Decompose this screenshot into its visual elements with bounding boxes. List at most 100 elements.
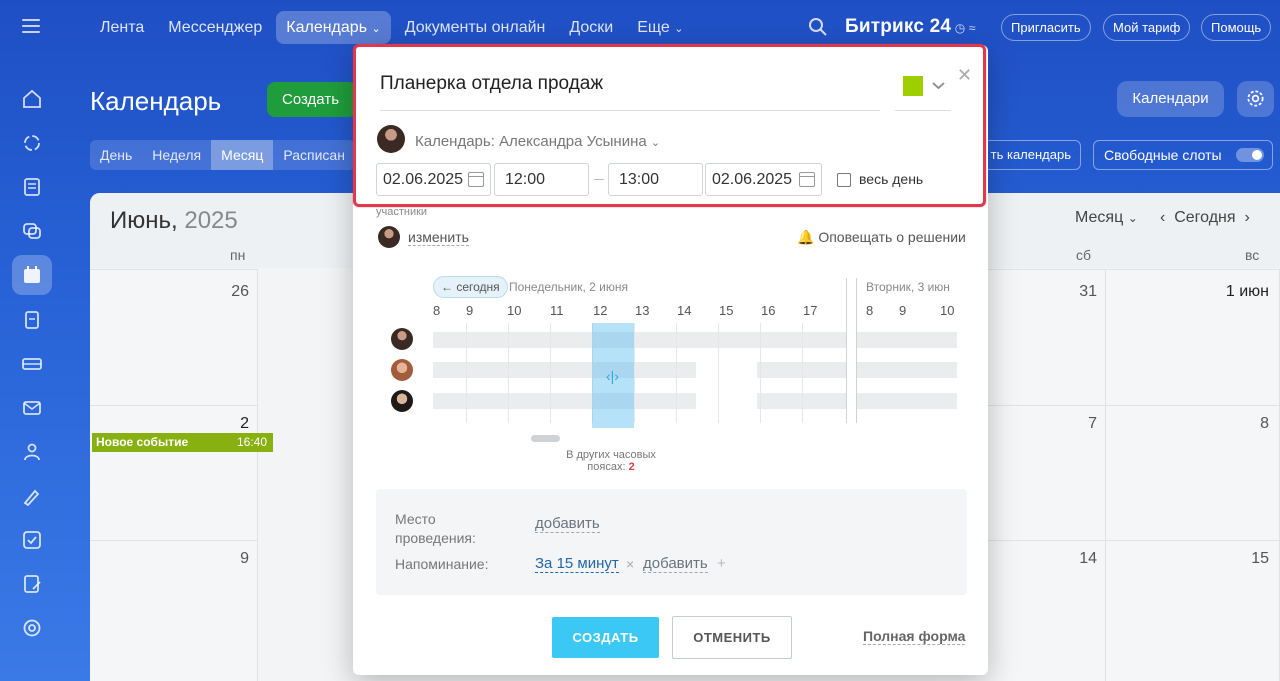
drive-icon[interactable] xyxy=(21,353,43,375)
news-icon[interactable] xyxy=(21,176,43,198)
create-event-button[interactable]: СОЗДАТЬ xyxy=(552,617,659,658)
document-icon[interactable] xyxy=(21,309,43,331)
day-number: 7 xyxy=(1088,415,1097,432)
allday-checkbox[interactable] xyxy=(837,173,851,187)
day-cell[interactable]: 1 июн xyxy=(1106,269,1280,405)
next-arrow-icon[interactable]: › xyxy=(1244,209,1249,226)
avatar xyxy=(391,328,413,350)
nav-calendar-label: Календарь xyxy=(286,19,368,36)
invite-button[interactable]: Пригласить xyxy=(1001,14,1091,41)
remove-reminder-icon[interactable]: × xyxy=(626,555,634,574)
tab-day[interactable]: День xyxy=(90,140,142,170)
change-participants-link[interactable]: изменить xyxy=(408,229,469,246)
calendar-icon[interactable] xyxy=(799,172,815,187)
time-to-value: 13:00 xyxy=(619,171,660,188)
menu-icon[interactable] xyxy=(22,19,40,33)
sync-calendar-button[interactable]: ть календарь xyxy=(975,140,1081,170)
close-icon[interactable]: ✕ xyxy=(957,65,972,86)
brand-logo[interactable]: Битрикс 24 ◷ ≈ xyxy=(845,16,976,38)
hour-label: 10 xyxy=(507,303,522,318)
timeline-grid[interactable]: ‹|› xyxy=(433,278,957,428)
chat-icon[interactable] xyxy=(21,220,43,242)
timezone-note-label: В других часовых поясах: xyxy=(566,449,656,473)
event-time: 16:40 xyxy=(236,435,267,449)
drag-handle-icon[interactable]: ‹|› xyxy=(606,368,619,384)
selected-time-slot[interactable]: ‹|› xyxy=(592,323,634,428)
nav-feed[interactable]: Лента xyxy=(90,11,154,44)
busy-band xyxy=(433,362,696,378)
today-chip[interactable]: ← сегодня xyxy=(433,276,508,298)
busy-band xyxy=(856,362,957,378)
day-cell[interactable]: 26 xyxy=(90,269,258,405)
month-title: Июнь, 2025 xyxy=(110,207,238,235)
settings-button[interactable] xyxy=(1237,81,1274,117)
nav-messenger[interactable]: Мессенджер xyxy=(158,11,272,44)
day-number: 8 xyxy=(1260,415,1269,432)
full-form-link[interactable]: Полная форма xyxy=(863,628,966,645)
tab-month[interactable]: Месяц xyxy=(211,140,274,170)
cancel-button[interactable]: ОТМЕНИТЬ xyxy=(672,616,792,659)
day-cell[interactable]: 15 xyxy=(1106,540,1280,681)
nav-more[interactable]: Еще ⌄ xyxy=(627,11,693,44)
today-button[interactable]: Сегодня xyxy=(1174,209,1235,226)
search-icon[interactable] xyxy=(808,17,828,37)
time-from-field[interactable]: 12:00 xyxy=(494,163,589,196)
view-select[interactable]: Месяц ⌄ xyxy=(1075,209,1138,227)
event-title-input[interactable]: Планерка отдела продаж xyxy=(380,69,880,111)
reminder-value[interactable]: За 15 минут xyxy=(535,555,619,573)
nav-boards[interactable]: Доски xyxy=(559,11,623,44)
dow-sat: сб xyxy=(1076,247,1092,263)
nav-calendar[interactable]: Календарь ⌄ xyxy=(276,11,391,44)
date-to-field[interactable]: 02.06.2025 xyxy=(705,163,822,196)
hour-label: 9 xyxy=(466,303,474,318)
prev-arrow-icon[interactable]: ‹ xyxy=(1160,209,1165,226)
gear-icon xyxy=(1247,90,1264,107)
time-to-field[interactable]: 13:00 xyxy=(608,163,703,196)
grid-line xyxy=(508,323,509,423)
range-dash xyxy=(594,179,604,180)
hour-label: 16 xyxy=(761,303,776,318)
add-reminder-link[interactable]: добавить xyxy=(643,555,708,573)
target-icon[interactable] xyxy=(21,617,43,639)
calendar-icon xyxy=(24,266,40,283)
crm-icon[interactable] xyxy=(21,132,43,154)
free-slots-toggle[interactable]: Свободные слоты xyxy=(1093,140,1273,170)
allday-label: весь день xyxy=(859,171,924,187)
hour-label: 13 xyxy=(635,303,650,318)
day-cell[interactable]: 8 xyxy=(1106,405,1280,540)
day-number: 9 xyxy=(240,550,249,567)
plus-icon[interactable]: + xyxy=(717,554,726,573)
busy-band xyxy=(433,332,847,348)
sign-icon[interactable] xyxy=(21,485,43,507)
date-from-field[interactable]: 02.06.2025 xyxy=(376,163,491,196)
event-new[interactable]: Новое событие 16:40 xyxy=(92,433,273,452)
timeline-scrollbar[interactable] xyxy=(531,435,560,442)
calendars-button[interactable]: Календари xyxy=(1117,81,1224,117)
calendar-owner-select[interactable]: Календарь: Александра Усынина ⌄ xyxy=(415,133,660,150)
tab-week[interactable]: Неделя xyxy=(142,140,211,170)
brand-name: Битрикс xyxy=(845,16,925,37)
nav-documents[interactable]: Документы онлайн xyxy=(395,11,556,44)
create-button[interactable]: Создать xyxy=(267,82,357,117)
home-icon[interactable] xyxy=(21,88,43,110)
sidebar-item-calendar[interactable] xyxy=(12,255,52,295)
day-label-tue: Вторник, 3 июн xyxy=(866,280,950,294)
notify-toggle[interactable]: 🔔 Оповещать о решении xyxy=(797,229,966,246)
day-cell[interactable]: 9 xyxy=(90,540,258,681)
day-cell[interactable]: 2 xyxy=(90,405,258,540)
add-place-link[interactable]: добавить xyxy=(535,515,600,533)
color-select[interactable] xyxy=(895,69,951,111)
hour-label: 15 xyxy=(719,303,734,318)
day-number: 15 xyxy=(1251,550,1269,567)
color-swatch xyxy=(903,76,923,96)
tariff-button[interactable]: Мой тариф xyxy=(1103,14,1191,41)
participants-label: участники xyxy=(376,206,428,218)
calendar-icon[interactable] xyxy=(468,172,484,187)
tasks-icon[interactable] xyxy=(21,529,43,551)
toggle-switch[interactable] xyxy=(1236,148,1264,162)
mail-icon[interactable] xyxy=(21,397,43,419)
users-icon[interactable] xyxy=(21,441,43,463)
help-button[interactable]: Помощь xyxy=(1201,14,1272,41)
tab-schedule[interactable]: Расписан xyxy=(273,140,355,170)
forms-icon[interactable] xyxy=(21,573,43,595)
